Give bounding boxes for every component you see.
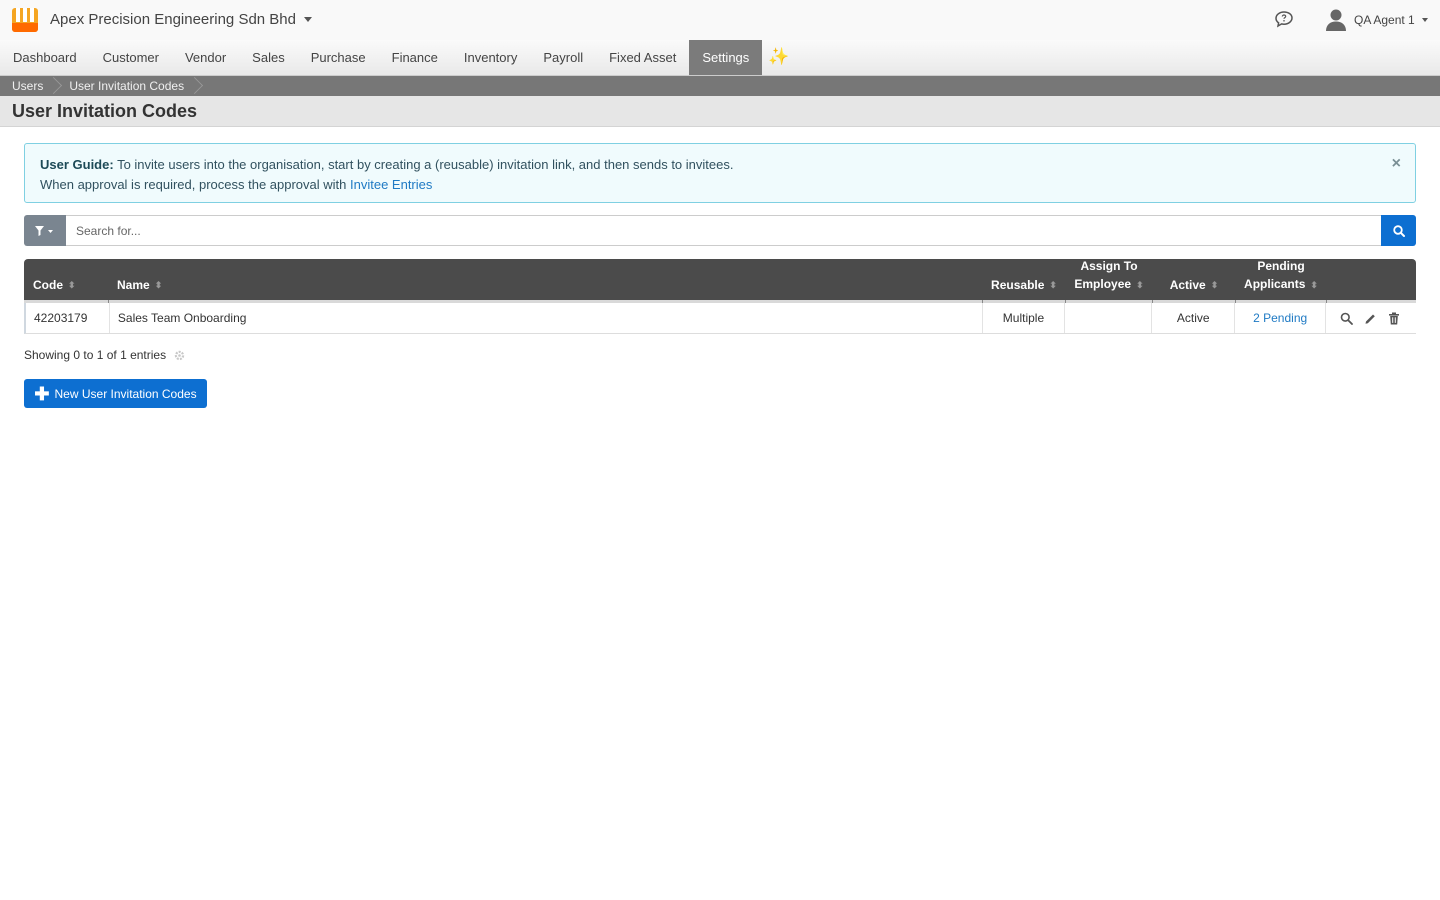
nav-vendor[interactable]: Vendor	[172, 40, 239, 75]
nav-customer[interactable]: Customer	[90, 40, 172, 75]
sparkles-icon[interactable]: ✨	[762, 40, 795, 75]
top-bar: Apex Precision Engineering Sdn Bhd QA Ag…	[0, 0, 1440, 40]
view-icon[interactable]	[1340, 312, 1353, 325]
filter-button[interactable]	[24, 215, 66, 246]
breadcrumb-current: User Invitation Codes	[57, 76, 198, 96]
search-icon	[1392, 224, 1405, 237]
search-input[interactable]	[66, 215, 1381, 246]
invitation-codes-table: Code ⬍ Name ⬍ Reusable ⬍ Assign To Employee ⬍…	[24, 259, 1416, 334]
chat-icon[interactable]	[1274, 10, 1294, 28]
alert-text-1: To invite users into the organisation, s…	[113, 157, 734, 172]
nav-dashboard[interactable]: Dashboard	[0, 40, 90, 75]
plus-icon: ✚	[34, 383, 50, 404]
cell-active: Active	[1152, 303, 1236, 333]
col-active[interactable]: Active ⬍	[1152, 259, 1235, 303]
cell-pending: 2 Pending	[1235, 303, 1327, 333]
cell-assign	[1065, 303, 1153, 333]
search-bar	[24, 215, 1416, 246]
sort-icon: ⬍	[68, 280, 76, 290]
alert-label: User Guide:	[40, 157, 114, 172]
delete-icon[interactable]	[1388, 312, 1400, 325]
col-actions	[1326, 259, 1416, 303]
chevron-down-icon	[304, 17, 312, 22]
page-title: User Invitation Codes	[12, 101, 198, 121]
table-row[interactable]: 42203179 Sales Team Onboarding Multiple …	[24, 303, 1416, 334]
sort-icon: ⬍	[154, 280, 163, 290]
nav-inventory[interactable]: Inventory	[451, 40, 530, 75]
col-name[interactable]: Name ⬍	[108, 259, 982, 303]
nav-purchase[interactable]: Purchase	[298, 40, 379, 75]
sort-icon: ⬍	[1136, 280, 1144, 290]
cell-actions	[1326, 303, 1416, 333]
showing-text: Showing 0 to 1 of 1 entries	[24, 348, 167, 362]
nav-finance[interactable]: Finance	[379, 40, 451, 75]
col-assign-to-employee[interactable]: Assign To Employee ⬍	[1065, 259, 1152, 303]
edit-icon[interactable]	[1364, 312, 1377, 325]
pending-applicants-link[interactable]: 2 Pending	[1253, 311, 1307, 325]
chevron-down-icon	[1421, 18, 1428, 22]
cell-code: 42203179	[26, 303, 110, 333]
breadcrumb: Users User Invitation Codes	[0, 76, 1440, 96]
col-reusable[interactable]: Reusable ⬍	[982, 259, 1065, 303]
search-button[interactable]	[1381, 215, 1416, 246]
nav-sales[interactable]: Sales	[239, 40, 298, 75]
user-menu[interactable]: QA Agent 1	[1326, 6, 1428, 34]
table-info: Showing 0 to 1 of 1 entries	[24, 348, 185, 362]
col-pending-applicants[interactable]: Pending Applicants ⬍	[1235, 259, 1326, 303]
close-icon[interactable]: ×	[1392, 154, 1401, 174]
sort-icon: ⬍	[1210, 280, 1219, 290]
cell-reusable: Multiple	[983, 303, 1066, 333]
user-guide-alert: User Guide: To invite users into the org…	[24, 143, 1416, 203]
col-code[interactable]: Code ⬍	[24, 259, 108, 300]
invitee-entries-link[interactable]: Invitee Entries	[350, 177, 432, 192]
new-button-label: New User Invitation Codes	[54, 386, 197, 401]
nav-settings[interactable]: Settings	[689, 40, 763, 75]
new-invitation-code-button[interactable]: ✚ New User Invitation Codes	[24, 379, 207, 408]
user-name: QA Agent 1	[1354, 13, 1415, 27]
breadcrumb-users[interactable]: Users	[0, 76, 57, 96]
user-icon	[1326, 9, 1346, 31]
alert-line-1: User Guide: To invite users into the org…	[40, 155, 1400, 175]
sort-icon: ⬍	[1310, 280, 1318, 290]
alert-text-2: When approval is required, process the a…	[40, 177, 350, 192]
page-title-bar: User Invitation Codes	[0, 96, 1440, 127]
nav-payroll[interactable]: Payroll	[530, 40, 596, 75]
nav-fixed-asset[interactable]: Fixed Asset	[596, 40, 689, 75]
filter-icon	[35, 225, 53, 236]
alert-line-2: When approval is required, process the a…	[40, 175, 1400, 195]
table-header: Code ⬍ Name ⬍ Reusable ⬍ Assign To Employee ⬍…	[24, 259, 1416, 303]
sort-icon: ⬍	[1049, 280, 1057, 290]
company-switcher[interactable]: Apex Precision Engineering Sdn Bhd	[50, 11, 312, 28]
main-nav: Dashboard Customer Vendor Sales Purchase…	[0, 40, 1440, 76]
company-name: Apex Precision Engineering Sdn Bhd	[50, 11, 296, 28]
cell-name: Sales Team Onboarding	[110, 303, 983, 333]
gear-icon[interactable]	[174, 350, 185, 361]
company-logo-icon	[12, 8, 38, 32]
